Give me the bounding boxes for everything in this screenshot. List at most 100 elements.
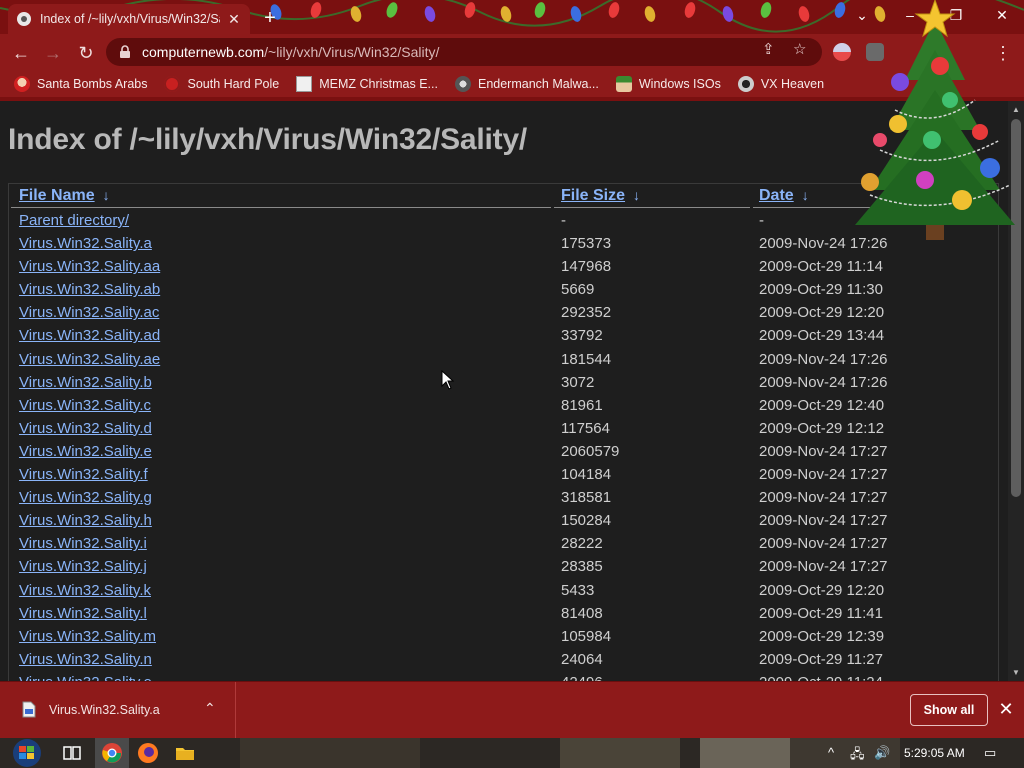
file-link[interactable]: Virus.Win32.Sality.i xyxy=(19,535,147,552)
task-view-icon[interactable] xyxy=(61,742,83,764)
table-row: Virus.Win32.Sality.h 150284 2009-Nov-24 17… xyxy=(9,510,1000,533)
volume-icon[interactable]: 🔊 xyxy=(874,745,890,761)
close-download-bar-icon[interactable]: ✕ xyxy=(996,699,1016,720)
reload-button[interactable]: ↻ xyxy=(75,42,97,64)
page-heading: Index of /~lily/vxh/Virus/Win32/Sality/ xyxy=(8,123,528,156)
file-link[interactable]: Virus.Win32.Sality.h xyxy=(19,512,152,529)
file-link[interactable]: Virus.Win32.Sality.e xyxy=(19,443,152,460)
tray-overflow-chevron-icon[interactable]: ^ xyxy=(828,745,834,760)
column-header-name[interactable]: File Name ↓ xyxy=(19,187,110,205)
file-size: 81961 xyxy=(561,396,603,414)
file-link[interactable]: Virus.Win32.Sality.n xyxy=(19,651,152,668)
bookmark-endermanch-malware[interactable]: Endermanch Malwa... xyxy=(454,76,599,92)
file-size: 292352 xyxy=(561,304,612,322)
column-header-size[interactable]: File Size ↓ xyxy=(561,187,640,205)
file-link[interactable]: Virus.Win32.Sality.o xyxy=(19,674,152,681)
file-size: 33792 xyxy=(561,327,603,345)
notification-center-icon[interactable]: ▭ xyxy=(984,745,996,761)
file-explorer-icon[interactable] xyxy=(174,742,196,764)
column-label: Date xyxy=(759,187,794,204)
table-row: Virus.Win32.Sality.g 318581 2009-Nov-24 17… xyxy=(9,487,1000,510)
table-row: Virus.Win32.Sality.b 3072 2009-Nov-24 17:2… xyxy=(9,372,1000,395)
file-link[interactable]: Virus.Win32.Sality.d xyxy=(19,420,152,437)
file-link[interactable]: Virus.Win32.Sality.j xyxy=(19,558,147,575)
file-link[interactable]: Virus.Win32.Sality.k xyxy=(19,582,151,599)
table-row: Virus.Win32.Sality.j 28385 2009-Nov-24 17:… xyxy=(9,556,1000,579)
file-date: 2009-Nov-24 17:27 xyxy=(759,558,888,576)
bookmark-memz-christmas[interactable]: MEMZ Christmas E... xyxy=(296,76,438,92)
file-date: 2009-Oct-29 12:20 xyxy=(759,581,885,599)
bookmark-star-icon[interactable]: ☆ xyxy=(793,40,806,58)
file-link[interactable]: Virus.Win32.Sality.l xyxy=(19,605,147,622)
taskbar-clock[interactable]: 5:29:05 AM xyxy=(904,746,965,760)
file-date: 2009-Oct-29 11:27 xyxy=(759,650,883,668)
new-tab-button[interactable]: + xyxy=(260,7,280,30)
table-row: Virus.Win32.Sality.aa 147968 2009-Oct-29 1… xyxy=(9,256,1000,279)
bookmark-label: VX Heaven xyxy=(760,77,825,91)
download-filename: Virus.Win32.Sality.a xyxy=(49,703,160,717)
file-link[interactable]: Virus.Win32.Sality.c xyxy=(19,397,151,414)
active-tab[interactable]: Index of /~lily/vxh/Virus/Win32/Sality/ … xyxy=(8,4,250,34)
column-label: File Size xyxy=(561,187,626,204)
file-link[interactable]: Virus.Win32.Sality.g xyxy=(19,489,152,506)
bookmark-santa-bombs-arabs[interactable]: Santa Bombs Arabs xyxy=(14,76,147,92)
bookmark-windows-isos[interactable]: Windows ISOs xyxy=(615,76,721,92)
bookmark-label: Endermanch Malwa... xyxy=(477,77,599,91)
url-path: /~lily/vxh/Virus/Win32/Sality/ xyxy=(264,44,440,60)
bookmark-vx-heaven[interactable]: VX Heaven xyxy=(737,76,825,92)
forward-button[interactable]: → xyxy=(42,42,64,64)
sort-arrow-icon: ↓ xyxy=(102,187,110,203)
network-icon[interactable]: 🖧 xyxy=(850,745,865,767)
download-item[interactable]: Virus.Win32.Sality.a ⌃ xyxy=(0,682,236,739)
file-date: 2009-Oct-29 11:24 xyxy=(759,674,883,681)
file-link[interactable]: Virus.Win32.Sality.f xyxy=(19,466,148,483)
table-row: Virus.Win32.Sality.o 42496 2009-Oct-29 11:… xyxy=(9,672,1000,681)
file-date: 2009-Nov-24 17:27 xyxy=(759,489,888,507)
show-all-downloads-button[interactable]: Show all xyxy=(910,694,988,726)
file-size: 81408 xyxy=(561,604,603,622)
file-date: 2009-Oct-29 12:39 xyxy=(759,627,885,645)
table-row: Virus.Win32.Sality.e 2060579 2009-Nov-24 1… xyxy=(9,441,1000,464)
file-date: 2009-Nov-24 17:27 xyxy=(759,466,888,484)
share-icon[interactable]: ⇪ xyxy=(762,40,775,58)
file-link[interactable]: Virus.Win32.Sality.ae xyxy=(19,351,160,368)
bookmark-south-hard-pole[interactable]: South Hard Pole xyxy=(164,76,279,92)
file-link[interactable]: Virus.Win32.Sality.m xyxy=(19,628,156,645)
bookmark-label: Santa Bombs Arabs xyxy=(37,77,148,91)
file-icon xyxy=(22,701,36,718)
lock-icon[interactable] xyxy=(118,45,132,59)
table-row: Virus.Win32.Sality.i 28222 2009-Nov-24 17:… xyxy=(9,533,1000,556)
firefox-icon[interactable] xyxy=(137,742,159,764)
file-size: 5669 xyxy=(561,281,595,299)
table-row: Virus.Win32.Sality.l 81408 2009-Oct-29 11:… xyxy=(9,603,1000,626)
file-link[interactable]: Virus.Win32.Sality.aa xyxy=(19,258,160,275)
column-header-date[interactable]: Date ↓ xyxy=(759,187,809,205)
address-bar[interactable]: computernewb.com/~lily/vxh/Virus/Win32/S… xyxy=(106,38,822,66)
download-options-chevron-icon[interactable]: ⌃ xyxy=(204,700,216,717)
christmas-tree-decoration xyxy=(855,0,1015,240)
file-size: 2060579 xyxy=(561,442,620,460)
chrome-taskbar-button[interactable] xyxy=(95,738,129,768)
start-button-icon[interactable] xyxy=(10,738,44,768)
table-row: Virus.Win32.Sality.m 105984 2009-Oct-29 12… xyxy=(9,626,1000,649)
file-size: 104184 xyxy=(561,466,612,484)
table-row: Virus.Win32.Sality.c 81961 2009-Oct-29 12:… xyxy=(9,395,1000,418)
file-size: 150284 xyxy=(561,512,612,530)
file-link[interactable]: Virus.Win32.Sality.b xyxy=(19,374,152,391)
scroll-down-icon[interactable]: ▼ xyxy=(1008,668,1024,677)
file-link[interactable]: Virus.Win32.Sality.a xyxy=(19,235,152,252)
file-date: 2009-Oct-29 12:40 xyxy=(759,396,885,414)
file-date: 2009-Nov-24 17:27 xyxy=(759,535,888,553)
file-link[interactable]: Virus.Win32.Sality.ad xyxy=(19,327,160,344)
file-size: 42496 xyxy=(561,674,603,681)
file-link[interactable]: Virus.Win32.Sality.ac xyxy=(19,304,159,321)
file-date: 2009-Nov-24 17:27 xyxy=(759,442,888,460)
tab-close-icon[interactable]: ✕ xyxy=(226,11,242,28)
file-link[interactable]: Parent directory/ xyxy=(19,212,129,229)
sort-arrow-icon: ↓ xyxy=(633,187,641,203)
file-date: 2009-Nov-24 17:26 xyxy=(759,350,888,368)
raccoon-icon xyxy=(454,76,471,92)
file-date: 2009-Oct-29 12:20 xyxy=(759,304,885,322)
back-button[interactable]: ← xyxy=(10,42,32,64)
file-link[interactable]: Virus.Win32.Sality.ab xyxy=(19,281,160,298)
